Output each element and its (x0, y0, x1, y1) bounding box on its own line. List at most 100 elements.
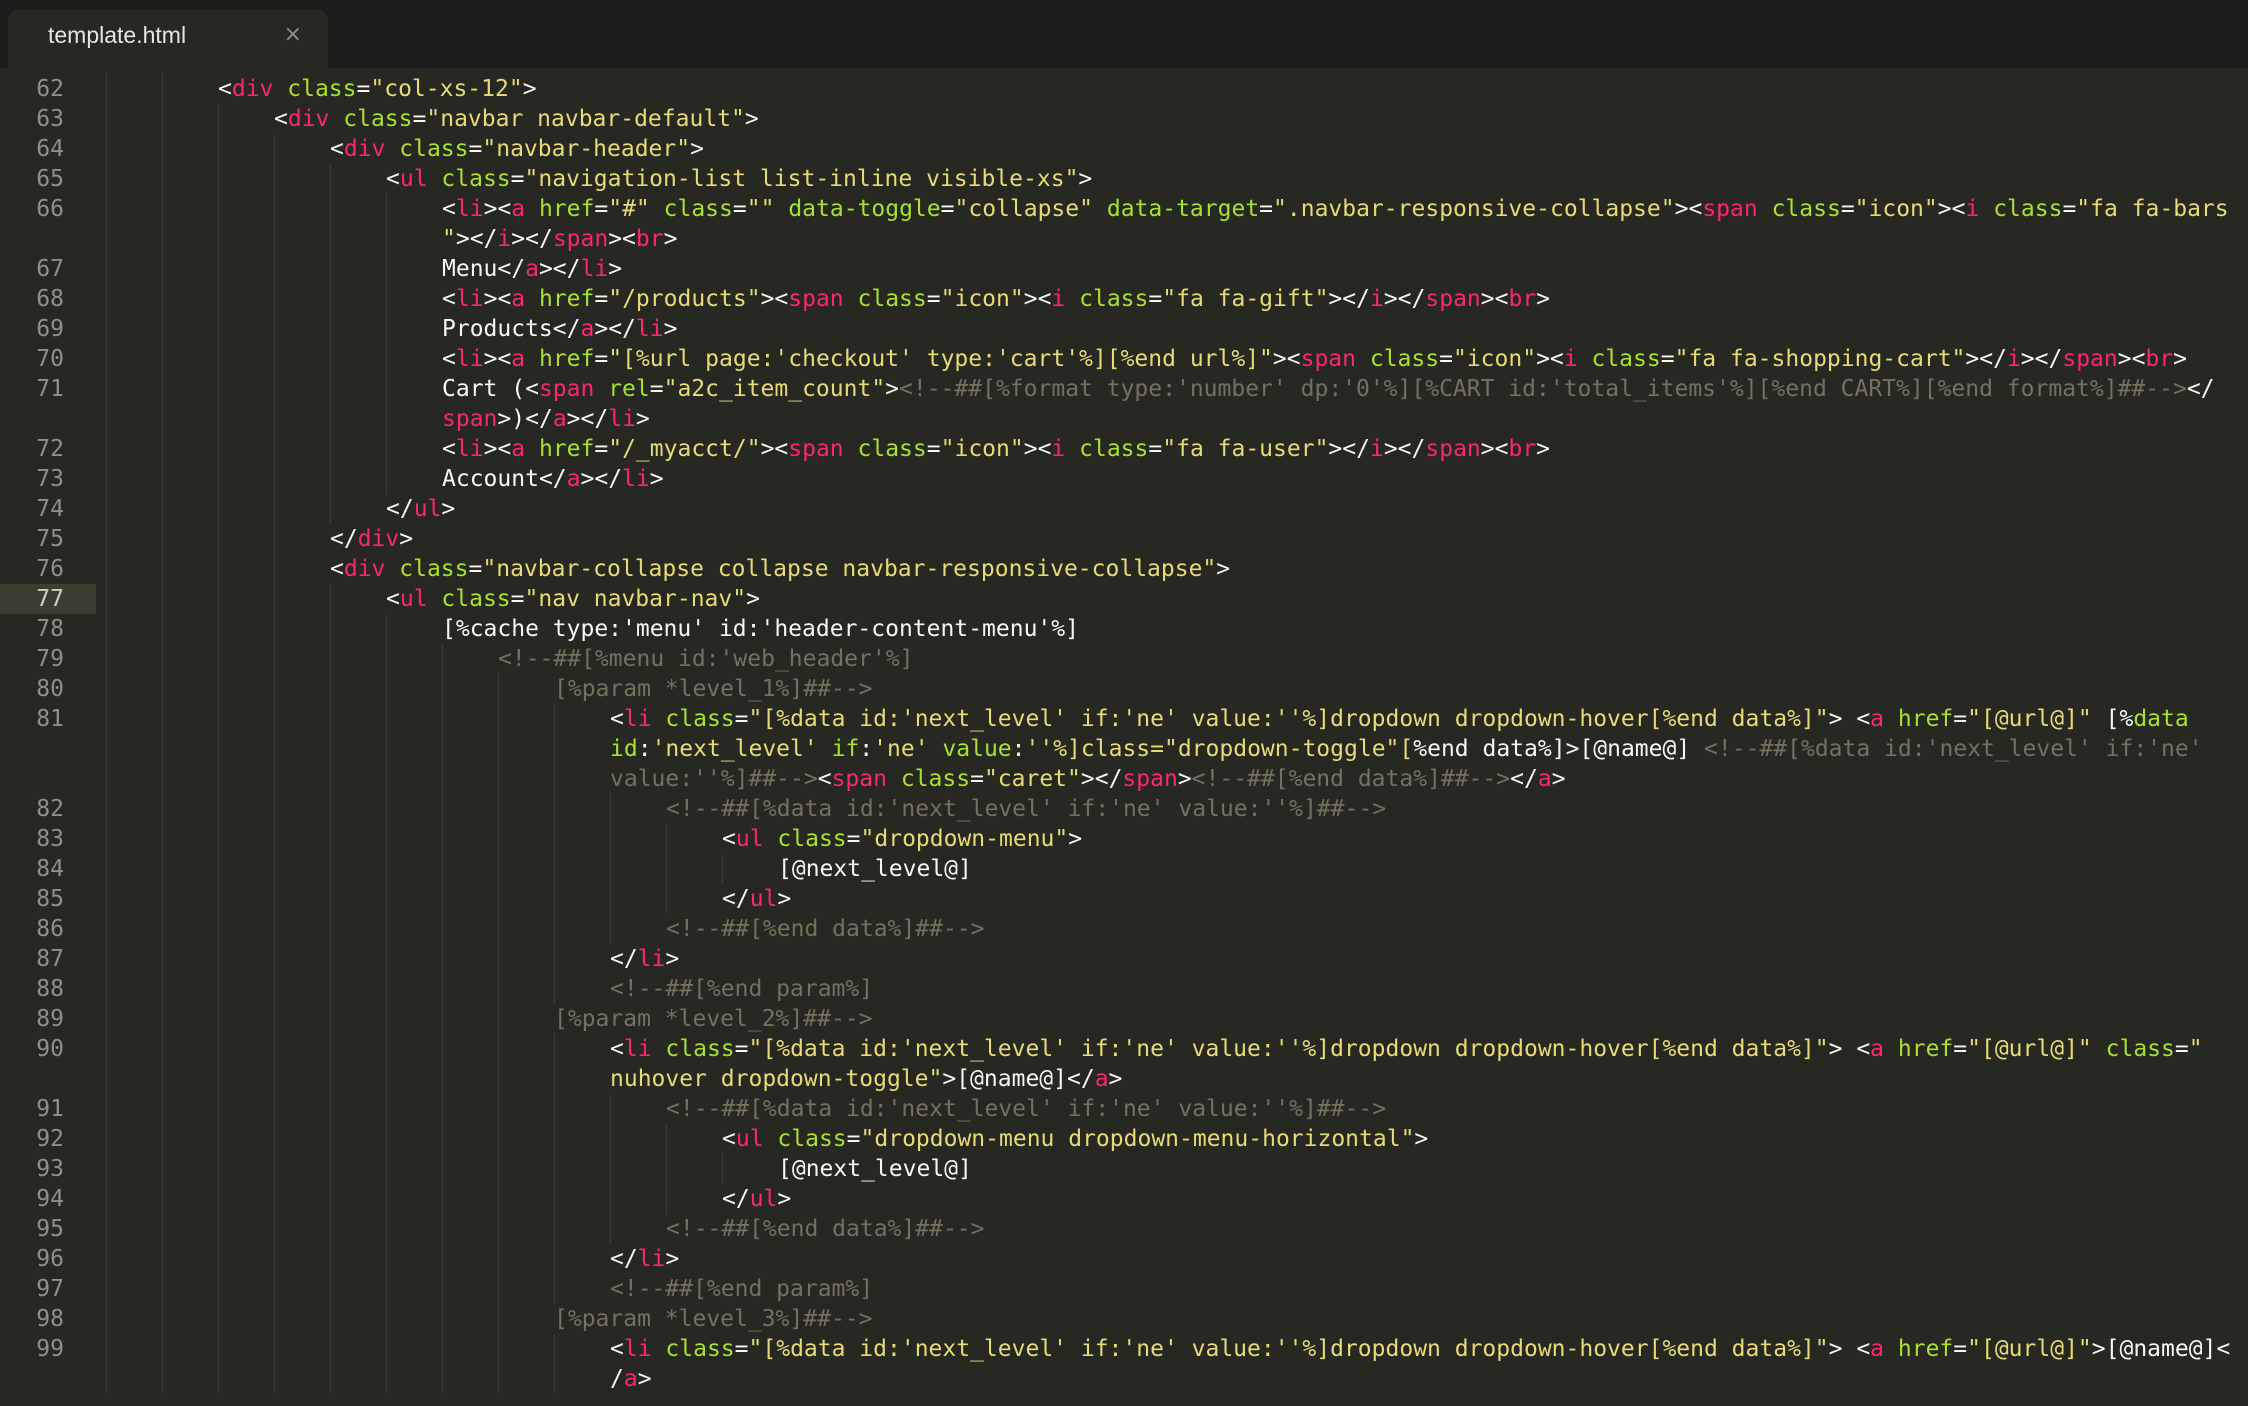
code-text[interactable]: <ul class="dropdown-menu"> (722, 824, 1082, 854)
code-text[interactable]: </div> (330, 524, 413, 554)
code-text[interactable]: [%param *level_2%]##--> (554, 1004, 873, 1034)
code-text[interactable]: </ul> (722, 1184, 791, 1214)
code-line[interactable]: id:'next_level' if:'ne' value:''%]class=… (0, 734, 2248, 764)
indent-guide (442, 764, 443, 794)
code-line[interactable]: span>)</a></li> (0, 404, 2248, 434)
code-text[interactable]: [@next_level@] (778, 854, 972, 884)
code-line[interactable]: 97 <!--##[%end param%] (0, 1274, 2248, 1304)
code-line[interactable]: 82 <!--##[%data id:'next_level' if:'ne' v… (0, 794, 2248, 824)
punctuation-token: < (442, 286, 456, 312)
code-line[interactable]: 81 <li class="[%data id:'next_level' if:'… (0, 704, 2248, 734)
code-line[interactable]: 71 Cart (<span rel="a2c_item_count"><!--#… (0, 374, 2248, 404)
code-text[interactable]: <li class="[%data id:'next_level' if:'ne… (610, 704, 2189, 734)
code-line[interactable]: 85 </ul> (0, 884, 2248, 914)
code-text[interactable]: <li><a href="/products"><span class="ico… (442, 284, 1550, 314)
code-line[interactable]: 62 <div class="col-xs-12"> (0, 74, 2248, 104)
code-text[interactable]: <!--##[%end param%] (610, 974, 873, 1004)
code-text[interactable]: Cart (<span rel="a2c_item_count"><!--##[… (442, 374, 2215, 404)
code-text[interactable]: [%param *level_3%]##--> (554, 1304, 873, 1334)
code-line[interactable]: 73 Account</a></li> (0, 464, 2248, 494)
code-line[interactable]: 75 </div> (0, 524, 2248, 554)
code-text[interactable]: <!--##[%end param%] (610, 1274, 873, 1304)
code-text[interactable]: <li class="[%data id:'next_level' if:'ne… (610, 1334, 2230, 1364)
code-line[interactable]: 83 <ul class="dropdown-menu"> (0, 824, 2248, 854)
code-line[interactable]: 79 <!--##[%menu id:'web_header'%] (0, 644, 2248, 674)
code-text[interactable]: <!--##[%end data%]##--> (666, 1214, 985, 1244)
code-text[interactable]: <!--##[%data id:'next_level' if:'ne' val… (666, 1094, 1386, 1124)
code-line[interactable]: nuhover dropdown-toggle">[@name@]</a> (0, 1064, 2248, 1094)
code-line[interactable]: 66 <li><a href="#" class="" data-toggle="… (0, 194, 2248, 224)
code-text[interactable]: </ul> (386, 494, 455, 524)
code-text[interactable]: </li> (610, 1244, 679, 1274)
code-line[interactable]: 93 [@next_level@] (0, 1154, 2248, 1184)
tab-template-html[interactable]: template.html × (8, 10, 328, 68)
code-text[interactable]: <div class="navbar-header"> (330, 134, 704, 164)
code-line[interactable]: 95 <!--##[%end data%]##--> (0, 1214, 2248, 1244)
code-line[interactable]: 96 </li> (0, 1244, 2248, 1274)
code-text[interactable]: <li><a href="/_myacct/"><span class="ico… (442, 434, 1550, 464)
code-text[interactable]: value:''%]##--><span class="caret"></spa… (610, 764, 1566, 794)
code-text[interactable]: span>)</a></li> (442, 404, 650, 434)
indent-guide (106, 1184, 107, 1214)
code-line[interactable]: 63 <div class="navbar navbar-default"> (0, 104, 2248, 134)
code-line[interactable]: 70 <li><a href="[%url page:'checkout' typ… (0, 344, 2248, 374)
code-line[interactable]: 84 [@next_level@] (0, 854, 2248, 884)
code-line[interactable]: 94 </ul> (0, 1184, 2248, 1214)
code-text[interactable]: </ul> (722, 884, 791, 914)
code-line[interactable]: 69 Products</a></li> (0, 314, 2248, 344)
close-icon[interactable]: × (284, 20, 302, 50)
code-line[interactable]: 72 <li><a href="/_myacct/"><span class="i… (0, 434, 2248, 464)
code-text[interactable]: [@next_level@] (778, 1154, 972, 1184)
line-number-cell: 94 (0, 1184, 96, 1214)
code-line[interactable]: 91 <!--##[%data id:'next_level' if:'ne' v… (0, 1094, 2248, 1124)
code-line[interactable]: 90 <li class="[%data id:'next_level' if:'… (0, 1034, 2248, 1064)
code-line[interactable]: 68 <li><a href="/products"><span class="i… (0, 284, 2248, 314)
code-line[interactable]: 74 </ul> (0, 494, 2248, 524)
code-text[interactable]: <div class="col-xs-12"> (218, 74, 537, 104)
code-text[interactable]: [%cache type:'menu' id:'header-content-m… (442, 614, 1079, 644)
code-text[interactable]: <ul class="nav navbar-nav"> (386, 584, 760, 614)
code-line[interactable]: 89 [%param *level_2%]##--> (0, 1004, 2248, 1034)
code-text[interactable]: <!--##[%data id:'next_level' if:'ne' val… (666, 794, 1386, 824)
code-text[interactable]: </li> (610, 944, 679, 974)
code-text[interactable]: "></i></span><br> (442, 224, 677, 254)
code-line[interactable]: 78 [%cache type:'menu' id:'header-content… (0, 614, 2248, 644)
code-text[interactable]: <li><a href="[%url page:'checkout' type:… (442, 344, 2187, 374)
code-text[interactable]: Menu</a></li> (442, 254, 622, 284)
code-text[interactable]: nuhover dropdown-toggle">[@name@]</a> (610, 1064, 1122, 1094)
code-line[interactable]: /a> (0, 1364, 2248, 1394)
code-line[interactable]: 92 <ul class="dropdown-menu dropdown-menu… (0, 1124, 2248, 1154)
code-line[interactable]: 64 <div class="navbar-header"> (0, 134, 2248, 164)
code-text[interactable]: [%param *level_1%]##--> (554, 674, 873, 704)
code-line[interactable]: 76 <div class="navbar-collapse collapse n… (0, 554, 2248, 584)
code-text[interactable]: Account</a></li> (442, 464, 664, 494)
indent-guide (442, 1274, 443, 1304)
code-line[interactable]: 80 [%param *level_1%]##--> (0, 674, 2248, 704)
indent-guide (498, 1094, 499, 1124)
code-line[interactable]: 65 <ul class="navigation-list list-inline… (0, 164, 2248, 194)
attribute-token: class (1591, 346, 1661, 372)
code-text[interactable]: <ul class="navigation-list list-inline v… (386, 164, 1092, 194)
code-text[interactable]: <!--##[%menu id:'web_header'%] (498, 644, 913, 674)
code-line[interactable]: value:''%]##--><span class="caret"></spa… (0, 764, 2248, 794)
indent-guide (386, 794, 387, 824)
code-text[interactable]: <ul class="dropdown-menu dropdown-menu-h… (722, 1124, 1428, 1154)
code-text[interactable]: <div class="navbar navbar-default"> (274, 104, 759, 134)
code-line[interactable]: 98 [%param *level_3%]##--> (0, 1304, 2248, 1334)
code-line[interactable]: 87 </li> (0, 944, 2248, 974)
code-text[interactable]: <!--##[%end data%]##--> (666, 914, 985, 944)
code-line[interactable]: 86 <!--##[%end data%]##--> (0, 914, 2248, 944)
code-text[interactable]: <div class="navbar-collapse collapse nav… (330, 554, 1230, 584)
code-line[interactable]: 88 <!--##[%end param%] (0, 974, 2248, 1004)
code-text[interactable]: <li><a href="#" class="" data-toggle="co… (442, 194, 2229, 224)
code-line[interactable]: 99 <li class="[%data id:'next_level' if:'… (0, 1334, 2248, 1364)
code-text[interactable]: /a> (610, 1364, 652, 1394)
code-line[interactable]: 67 Menu</a></li> (0, 254, 2248, 284)
code-editor[interactable]: 62 <div class="col-xs-12"> 63 <div class="n… (0, 68, 2248, 1406)
tab-title[interactable]: template.html (48, 20, 186, 50)
code-line[interactable]: 77 <ul class="nav navbar-nav"> (0, 584, 2248, 614)
code-line[interactable]: "></i></span><br> (0, 224, 2248, 254)
code-text[interactable]: id:'next_level' if:'ne' value:''%]class=… (610, 734, 2203, 764)
code-text[interactable]: Products</a></li> (442, 314, 677, 344)
code-text[interactable]: <li class="[%data id:'next_level' if:'ne… (610, 1034, 2203, 1064)
